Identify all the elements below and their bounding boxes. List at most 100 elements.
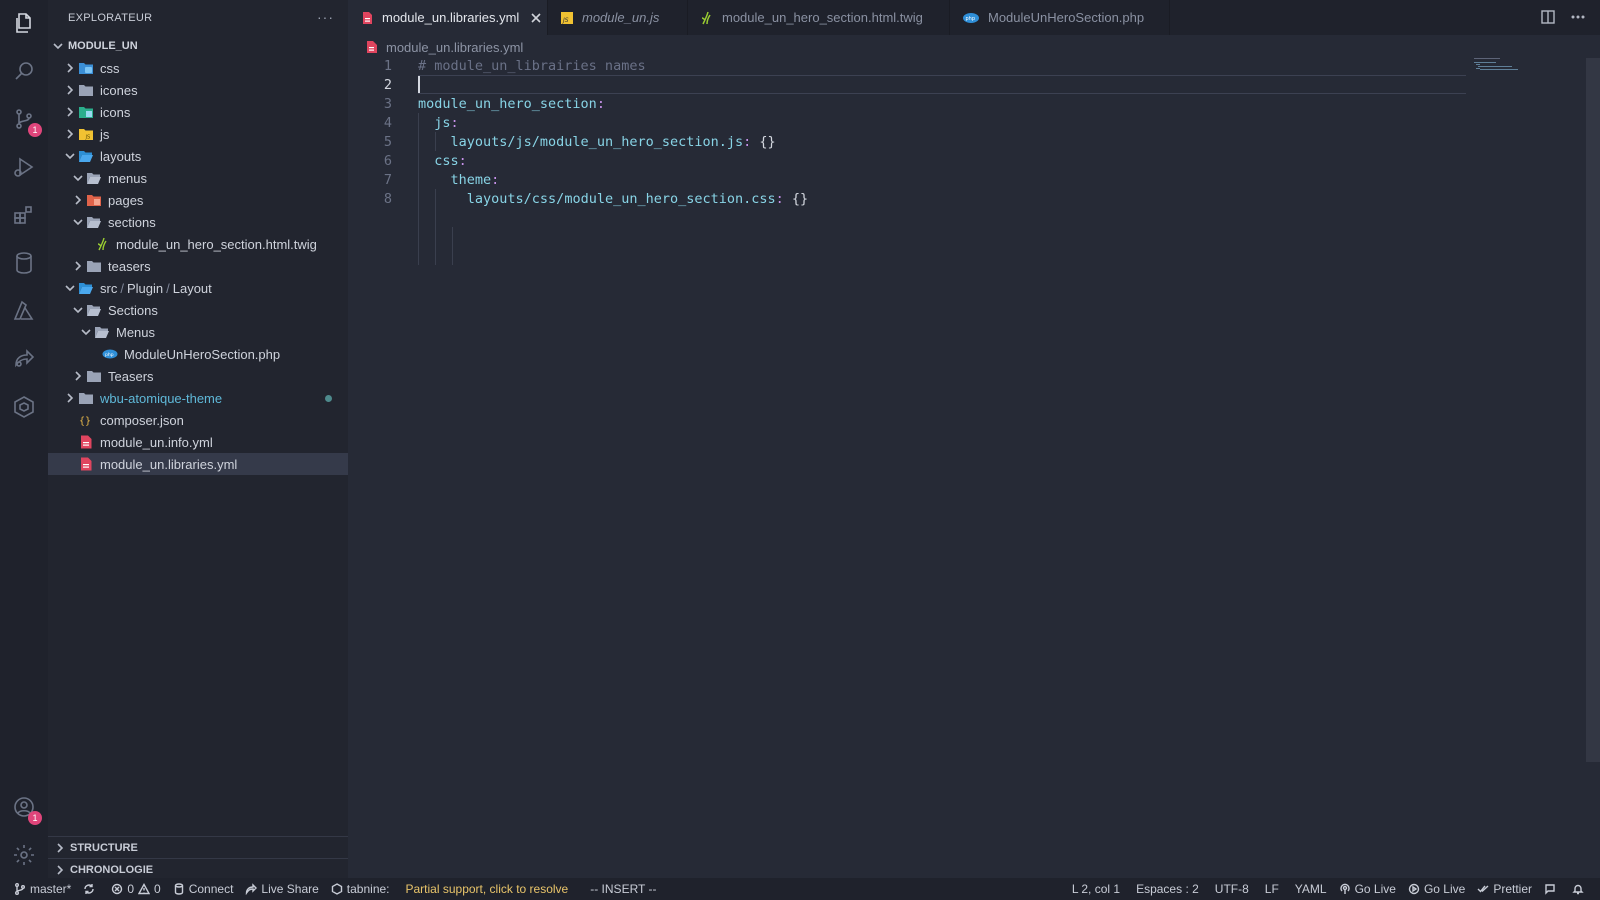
path-segment: Plugin [126, 280, 164, 296]
prettier-button[interactable]: Prettier [1471, 878, 1538, 900]
tabnine-icon [331, 883, 342, 895]
explorer-icon[interactable] [12, 11, 36, 35]
go-live-button-1[interactable]: Go Live [1333, 878, 1402, 900]
tabnine-message[interactable]: Partial support, click to resolve [406, 882, 569, 896]
cursor-position[interactable]: L 2, col 1 [1066, 878, 1126, 900]
database-icon[interactable] [12, 251, 36, 275]
tree-item-js[interactable]: JS js [48, 123, 348, 145]
tab-hero-section-twig[interactable]: module_un_hero_section.html.twig [688, 0, 950, 35]
folder-icon [86, 259, 102, 273]
connect-button[interactable]: Connect [167, 878, 240, 900]
sync-button[interactable] [77, 878, 105, 900]
breadcrumb[interactable]: module_un.libraries.yml [366, 38, 523, 56]
chevron-down-icon [70, 170, 86, 186]
code-text: module_un_hero_section: [418, 96, 605, 112]
git-branch[interactable]: master* [0, 878, 77, 900]
tree-item-wbu-atomique-theme[interactable]: wbu-atomique-theme [48, 387, 348, 409]
code-line: 3 module_un_hero_section: [348, 94, 1468, 113]
tree-item-src[interactable]: src / Plugin / Layout [48, 277, 348, 299]
path-segment: Layout [172, 280, 212, 296]
search-icon[interactable] [12, 59, 36, 83]
accounts-icon[interactable]: 1 [12, 795, 42, 825]
tree-item-module-un-info-yml[interactable]: module_un.info.yml [48, 431, 348, 453]
tree-item-teasers[interactable]: Teasers [48, 365, 348, 387]
more-actions-icon[interactable] [1570, 9, 1586, 28]
path-separator: / [166, 280, 170, 296]
tree-item-moduleunherosection-php[interactable]: php ModuleUnHeroSection.php [48, 343, 348, 365]
status-bar-right: L 2, col 1 Espaces : 2 UTF-8 LF YAML Go … [1066, 878, 1594, 900]
line-number: 6 [383, 152, 392, 169]
key-token: layouts/css/module_un_hero_section.css [466, 190, 776, 207]
tree-item-sections[interactable]: Sections [48, 299, 348, 321]
twig-file-icon [94, 237, 110, 251]
tab-module-un-js[interactable]: JS module_un.js [548, 0, 688, 35]
source-control-badge: 1 [28, 123, 42, 137]
tree-root-module-un[interactable]: MODULE_UN [48, 35, 348, 57]
explorer-more-actions[interactable]: ··· [317, 9, 334, 25]
run-debug-icon[interactable] [12, 155, 36, 179]
pages-folder-icon [86, 193, 102, 207]
tree-item-sections[interactable]: sections [48, 211, 348, 233]
tab-hero-section-php[interactable]: php ModuleUnHeroSection.php [950, 0, 1170, 35]
tree-item-module-un-libraries-yml[interactable]: module_un.libraries.yml [48, 453, 348, 475]
tree-item-label: layouts [100, 148, 142, 164]
remote-explorer-icon[interactable] [12, 395, 36, 419]
tree-item-menus[interactable]: menus [48, 167, 348, 189]
explorer-sidebar: EXPLORATEUR ··· MODULE_UN css icones icons… [48, 0, 348, 878]
live-share-icon [246, 883, 258, 895]
notifications-button[interactable] [1566, 878, 1594, 900]
settings-gear-icon[interactable] [12, 843, 36, 867]
svg-text:JS: JS [562, 17, 569, 24]
explorer-title: EXPLORATEUR [68, 11, 153, 24]
problems-indicator[interactable]: 0 0 [105, 878, 166, 900]
encoding[interactable]: UTF-8 [1209, 878, 1255, 900]
tree-item-composer-json[interactable]: {} composer.json [48, 409, 348, 431]
path-segment: src [100, 280, 118, 296]
feedback-button[interactable] [1538, 878, 1566, 900]
structure-section-label: STRUCTURE [70, 841, 138, 854]
minimap[interactable] [1472, 56, 1582, 70]
chevron-down-icon [50, 38, 66, 54]
tab-module-un-libraries-yml[interactable]: module_un.libraries.yml [348, 0, 548, 35]
azure-icon[interactable] [12, 299, 36, 323]
tree-item-label: module_un.info.yml [100, 434, 213, 450]
go-live-button-2[interactable]: Go Live [1402, 878, 1471, 900]
live-share-icon[interactable] [12, 347, 36, 371]
line-number: 4 [383, 114, 392, 131]
language-mode[interactable]: YAML [1289, 878, 1333, 900]
extensions-icon[interactable] [12, 203, 36, 227]
key-token: module_un_hero_section [418, 95, 597, 112]
close-icon[interactable] [529, 11, 543, 25]
tree-item-icones[interactable]: icones [48, 79, 348, 101]
chevron-right-icon [62, 390, 78, 406]
indentation[interactable]: Espaces : 2 [1130, 878, 1205, 900]
split-editor-icon[interactable] [1540, 9, 1556, 28]
tree-item-menus[interactable]: Menus [48, 321, 348, 343]
status-bar: master* 0 0 Connect Live Share tabnine: … [0, 878, 1600, 900]
source-control-icon[interactable]: 1 [12, 107, 42, 137]
chronologie-section[interactable]: CHRONOLOGIE [48, 858, 348, 880]
tree-item-layouts[interactable]: layouts [48, 145, 348, 167]
tree-item-label: js [100, 126, 110, 142]
colon-token: : [491, 171, 500, 188]
chevron-down-icon [70, 302, 86, 318]
tabnine-status[interactable]: tabnine: Partial support, click to resol… [325, 878, 574, 900]
tree-item-module-un-hero-section-html-twig[interactable]: module_un_hero_section.html.twig [48, 233, 348, 255]
code-editor[interactable]: 1 # module_un_librairies names 2 3 module_un… [348, 56, 1588, 878]
code-text: theme: [418, 171, 500, 188]
colon-token: : [775, 190, 784, 207]
tree-item-css[interactable]: css [48, 57, 348, 79]
activity-bar: 1 1 [0, 0, 48, 878]
key-token: js [434, 114, 451, 131]
tree-item-teasers[interactable]: teasers [48, 255, 348, 277]
folder-open-icon [86, 171, 102, 185]
live-share-button[interactable]: Live Share [239, 878, 324, 900]
tree-item-pages[interactable]: pages [48, 189, 348, 211]
tree-item-icons[interactable]: icons [48, 101, 348, 123]
structure-section[interactable]: STRUCTURE [48, 836, 348, 858]
line-ending[interactable]: LF [1259, 878, 1285, 900]
chevron-right-icon [62, 82, 78, 98]
tree-item-label: composer.json [100, 412, 184, 428]
editor-scrollbar[interactable] [1586, 58, 1600, 762]
